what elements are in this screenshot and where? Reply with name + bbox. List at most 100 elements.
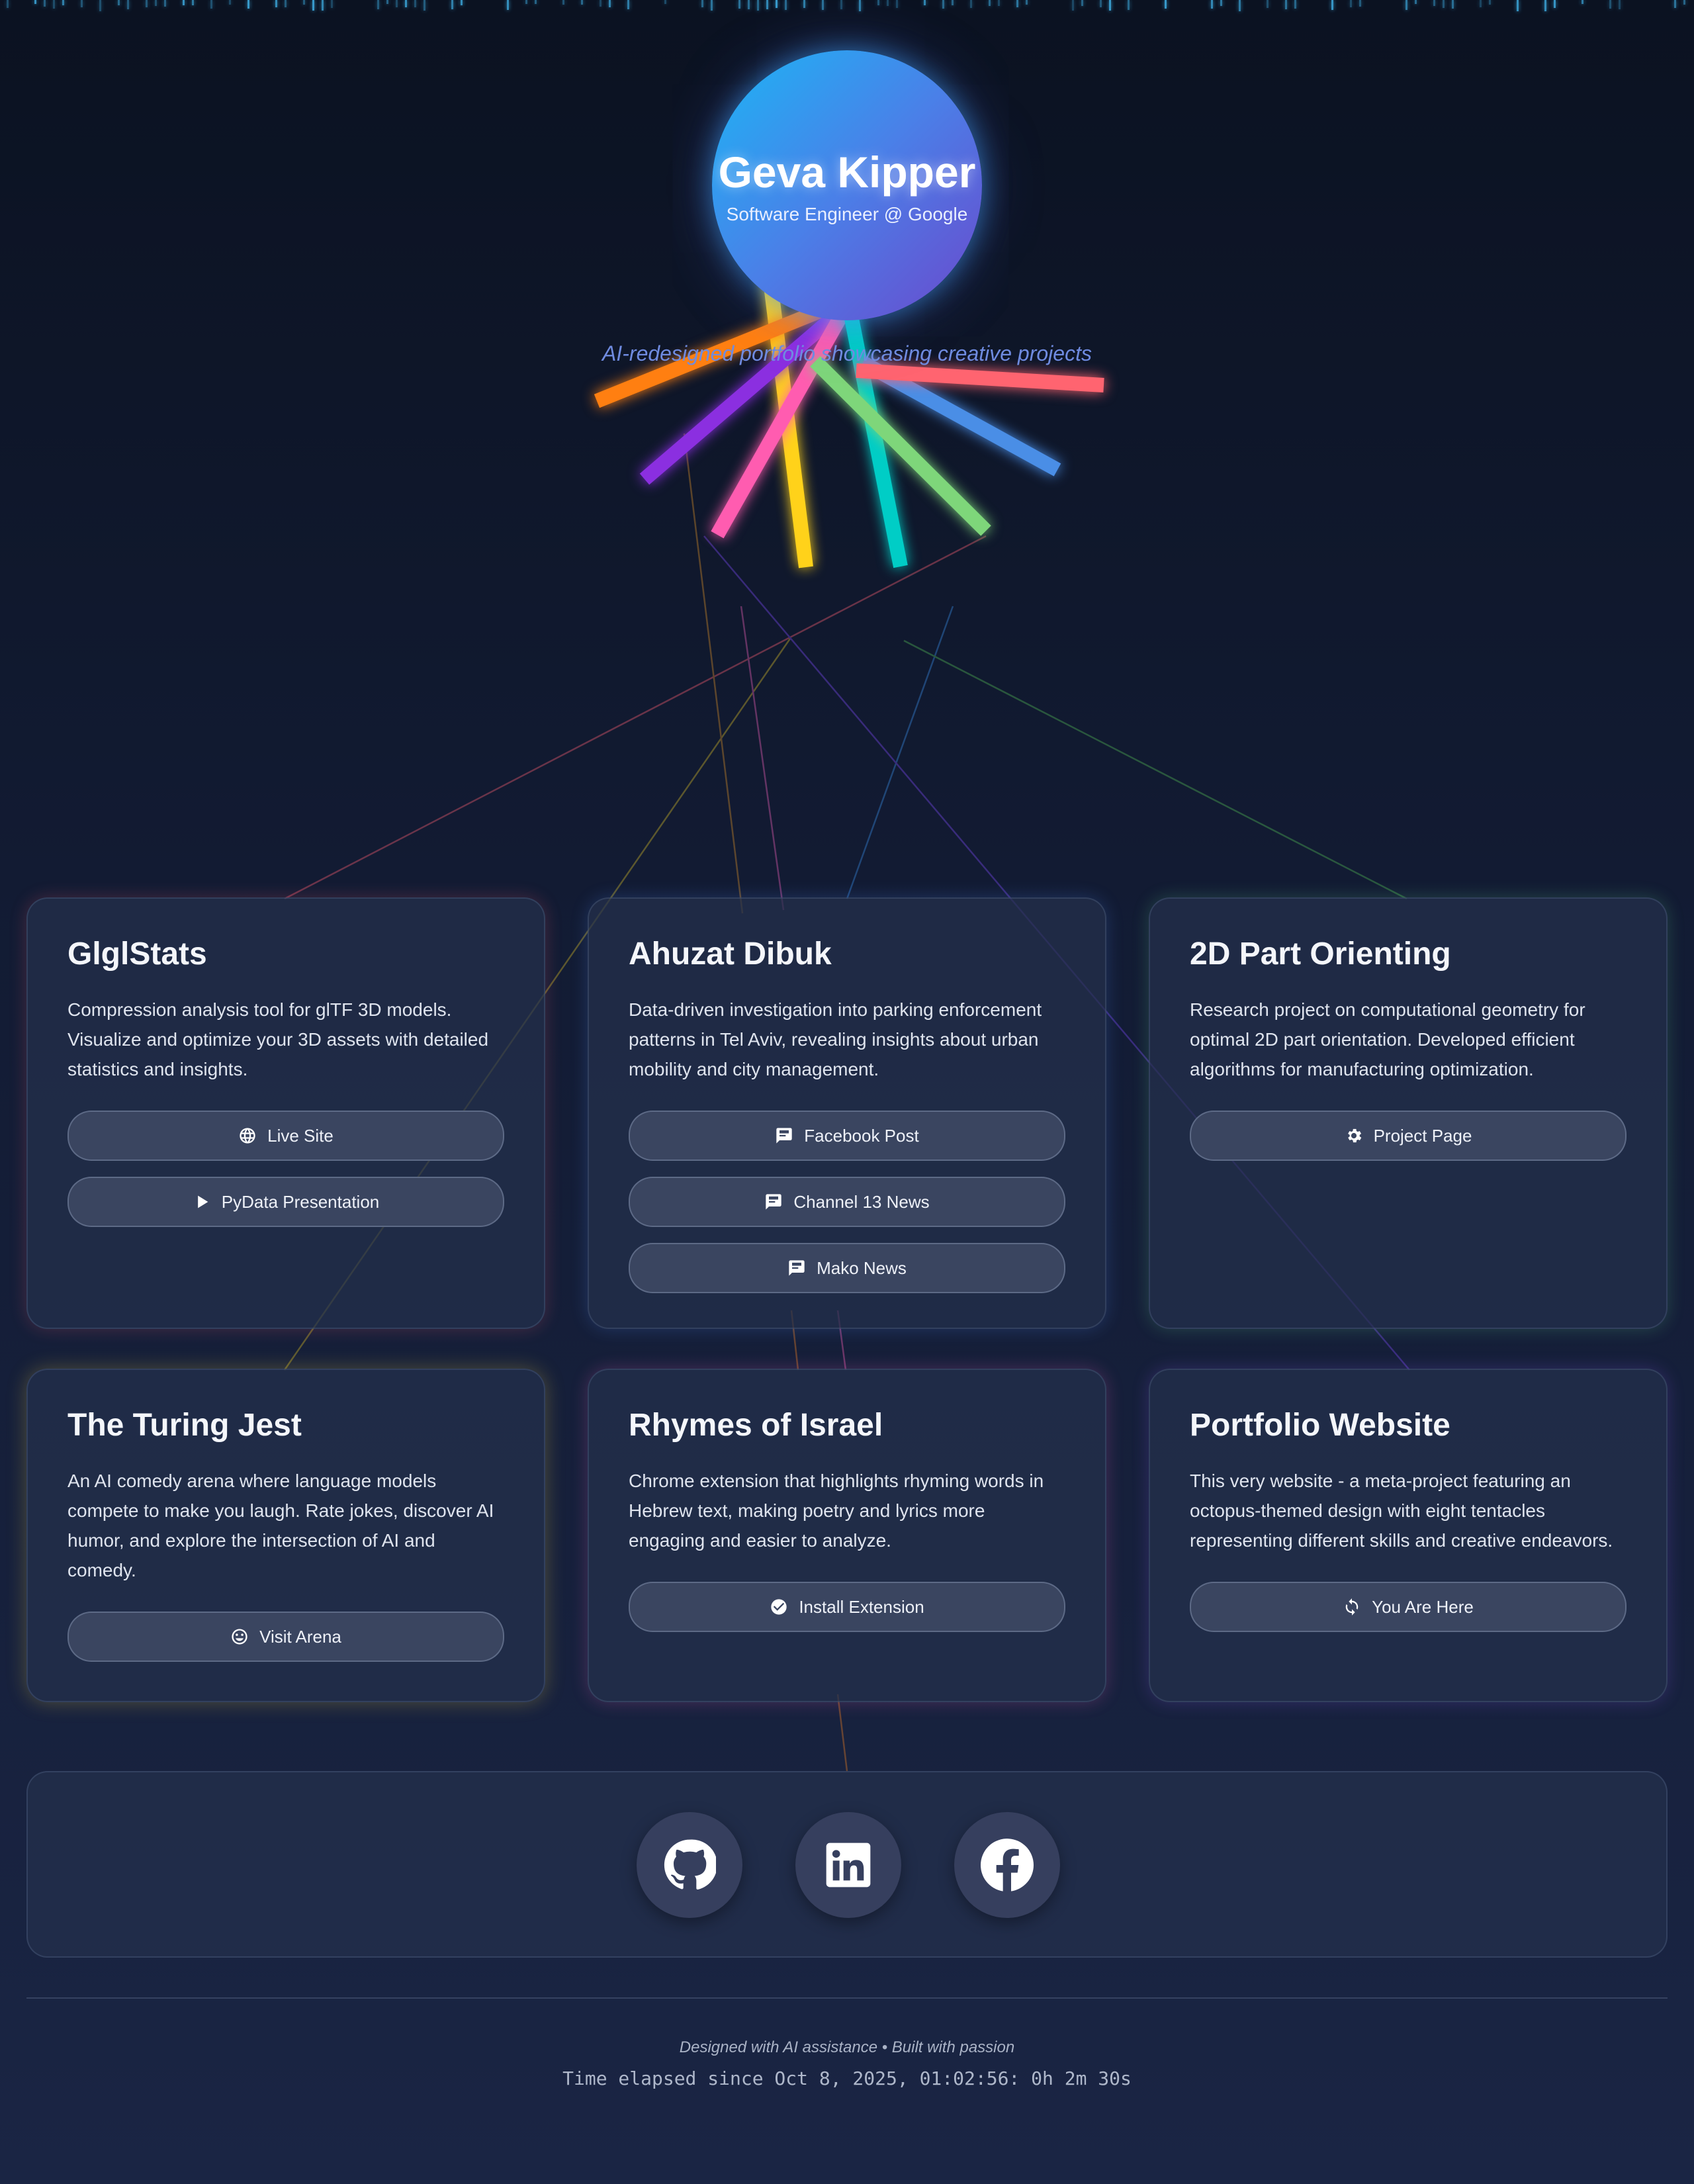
github-link[interactable]: [637, 1812, 742, 1918]
project-card-turing-jest: The Turing Jest An AI comedy arena where…: [26, 1369, 545, 1702]
button-label: PyData Presentation: [221, 1191, 380, 1212]
project-description: An AI comedy arena where language models…: [67, 1471, 494, 1580]
rain-drop: [1433, 0, 1435, 6]
rain-drop: [581, 0, 583, 5]
live-site-button[interactable]: Live Site: [67, 1111, 504, 1161]
project-page-button[interactable]: Project Page: [1190, 1111, 1627, 1161]
footer-credit: Designed with AI assistance • Built with…: [679, 2038, 1015, 2056]
project-card-rhymes-of-israel: Rhymes of Israel Chrome extension that h…: [588, 1369, 1106, 1702]
message-icon: [789, 1260, 805, 1276]
rain-drop: [62, 0, 64, 5]
pydata-presentation-button[interactable]: PyData Presentation: [67, 1177, 504, 1227]
digital-rain-strip: [0, 0, 1694, 16]
rain-drop: [451, 0, 453, 9]
rain-drop: [53, 0, 55, 9]
rain-drop: [192, 0, 194, 5]
rain-drop: [247, 0, 249, 9]
rain-drop: [1294, 0, 1296, 9]
rain-drop: [840, 0, 842, 9]
rain-drop: [1267, 0, 1269, 8]
channel-13-news-button[interactable]: Channel 13 News: [629, 1177, 1065, 1227]
rain-drop: [461, 0, 463, 5]
rain-drop: [118, 0, 120, 5]
rain-drop: [1517, 0, 1519, 11]
tagline: AI-redesigned portfolio showcasing creat…: [602, 341, 1092, 365]
rain-drop: [942, 0, 944, 9]
rain-drop: [803, 0, 805, 8]
tentacle-7: [859, 356, 1061, 477]
play-icon: [197, 1195, 208, 1208]
rain-drop: [312, 0, 314, 11]
elapsed-timer: Time elapsed since Oct 8, 2025, 01:02:56…: [562, 2068, 1132, 2089]
facebook-icon: [981, 1839, 1034, 1891]
rain-drop: [822, 0, 824, 10]
rain-drop: [1415, 0, 1417, 4]
rain-drop: [785, 0, 787, 10]
rain-drop: [896, 0, 898, 8]
gear-icon: [1347, 1128, 1361, 1143]
rain-drop: [81, 0, 83, 7]
project-card-ahuzat-dibuk: Ahuzat Dibuk Data-driven investigation i…: [588, 897, 1106, 1329]
rain-drop: [600, 0, 602, 7]
rain-drop: [396, 0, 398, 7]
rain-drop: [414, 0, 416, 7]
rain-drop: [738, 0, 740, 9]
rain-drop: [1489, 0, 1491, 5]
project-description: Data-driven investigation into parking e…: [629, 999, 1042, 1079]
button-label: Install Extension: [799, 1596, 924, 1617]
tentacle-3: [639, 306, 844, 485]
tentacle-1: [762, 274, 813, 569]
rain-drop: [285, 0, 287, 7]
check-circle-icon: [771, 1599, 787, 1615]
rain-drop: [1452, 0, 1454, 9]
install-extension-button[interactable]: Install Extension: [629, 1582, 1065, 1632]
project-title: Portfolio Website: [1190, 1408, 1450, 1443]
button-label: Facebook Post: [804, 1125, 919, 1146]
linkedin-link[interactable]: [795, 1812, 901, 1918]
footer-divider: [26, 1997, 1668, 1999]
project-description: Chrome extension that highlights rhyming…: [629, 1471, 1044, 1551]
rain-drop: [405, 0, 407, 7]
rain-drop: [952, 0, 954, 5]
rain-drop: [989, 0, 991, 6]
project-card-glglstats: GlglStats Compression analysis tool for …: [26, 897, 545, 1329]
tentacle-6: [810, 356, 991, 536]
button-label: Live Site: [267, 1125, 334, 1146]
visit-arena-button[interactable]: Visit Arena: [67, 1612, 504, 1662]
rain-drop: [627, 0, 629, 9]
rain-drop: [766, 0, 768, 9]
rain-drop: [331, 0, 333, 8]
rain-drop: [1544, 0, 1546, 11]
rain-drop: [1026, 0, 1028, 5]
rain-drop: [155, 0, 157, 6]
button-label: Project Page: [1373, 1125, 1472, 1146]
rain-drop: [970, 0, 972, 8]
project-title: GlglStats: [67, 936, 207, 972]
rain-drop: [229, 0, 231, 5]
mako-news-button[interactable]: Mako News: [629, 1243, 1065, 1293]
you-are-here-button[interactable]: You Are Here: [1190, 1582, 1627, 1632]
rain-drop: [275, 0, 277, 7]
button-label: Visit Arena: [259, 1626, 341, 1647]
linkedin-icon: [826, 1843, 871, 1888]
project-title: 2D Part Orienting: [1190, 936, 1451, 972]
rain-drop: [424, 0, 425, 11]
globe-icon: [240, 1128, 255, 1144]
rain-drop: [1072, 0, 1074, 11]
rain-drop: [183, 0, 185, 5]
profile-orb: Geva Kipper Software Engineer @ Google: [712, 50, 982, 320]
rain-drop: [776, 0, 778, 8]
rain-drop: [210, 0, 212, 9]
rain-drop: [877, 0, 879, 5]
rain-drop: [1239, 0, 1241, 11]
rain-drop: [386, 0, 388, 4]
project-description: Compression analysis tool for glTF 3D mo…: [67, 999, 489, 1079]
facebook-post-button[interactable]: Facebook Post: [629, 1111, 1065, 1161]
rain-drop: [322, 0, 324, 11]
facebook-link[interactable]: [954, 1812, 1060, 1918]
social-links-panel: [26, 1771, 1668, 1958]
github-icon: [664, 1839, 716, 1890]
profile-role: Software Engineer @ Google: [726, 204, 968, 224]
project-description: This very website - a meta-project featu…: [1190, 1471, 1613, 1551]
rain-drop: [1554, 0, 1556, 8]
